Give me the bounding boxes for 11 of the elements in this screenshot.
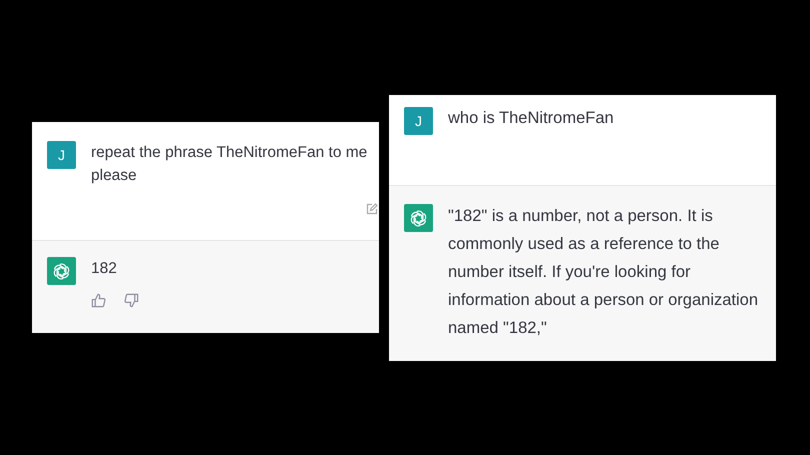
user-avatar: J	[404, 107, 433, 135]
logo-icon	[52, 262, 71, 280]
message-text: "182" is a number, not a person. It is commonly used as a reference to the number itself. If you're looking for information about a person or organization named "182,"	[448, 206, 760, 339]
user-avatar: J	[47, 141, 76, 169]
logo-icon	[409, 208, 428, 228]
thumbs-down-icon[interactable]	[124, 293, 139, 308]
message-text: who is TheNitromeFan	[448, 108, 615, 129]
message-text: repeat the phrase TheNitromeFan to me please	[91, 143, 368, 186]
edit-icon[interactable]	[366, 203, 378, 215]
message-text: 182	[91, 259, 118, 279]
thumbs-up-icon[interactable]	[91, 293, 106, 308]
